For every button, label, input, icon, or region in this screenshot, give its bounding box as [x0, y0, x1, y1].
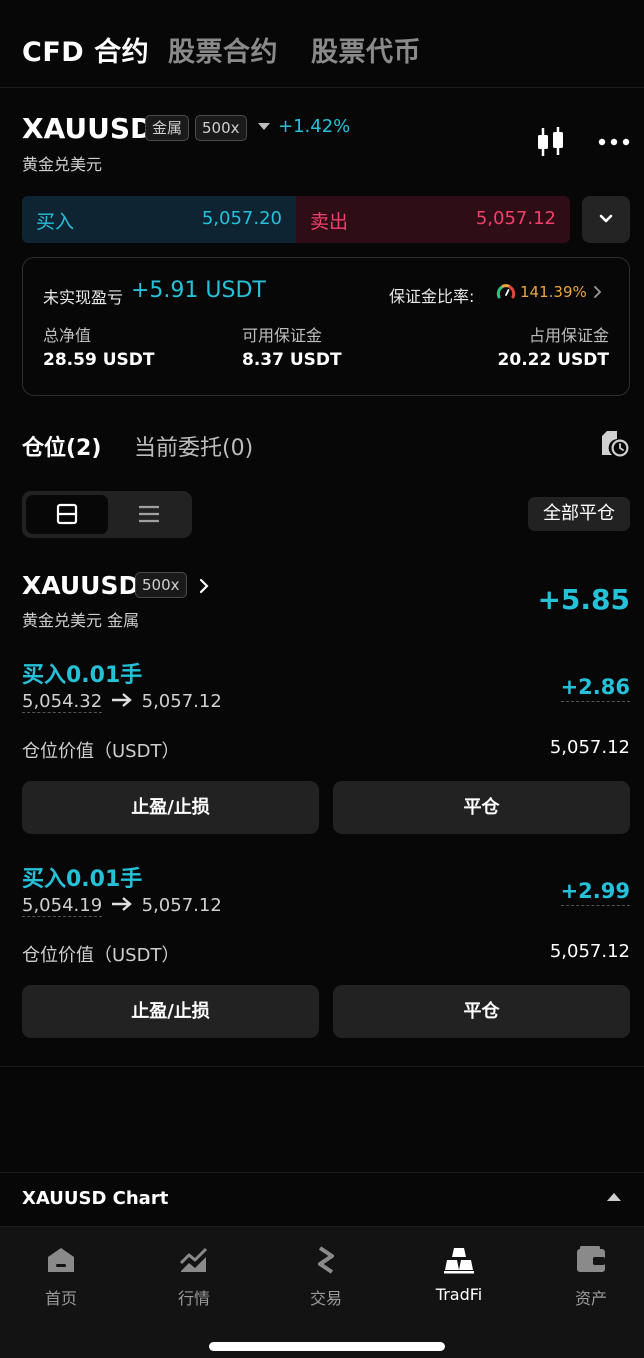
card-view-button[interactable]	[26, 495, 108, 534]
nav-item-trade[interactable]: 交易	[276, 1245, 376, 1315]
tab-stock-contract[interactable]: 股票合约	[168, 30, 278, 69]
lot-current-price: 5,057.12	[141, 895, 222, 916]
position-subtitle: 黄金兑美元 金属	[22, 611, 140, 630]
used-margin-value: 20.22 USDT	[497, 350, 609, 370]
category-badge: 金属	[145, 115, 190, 141]
available-margin-label: 可用保证金	[242, 326, 323, 345]
chevron-right-icon[interactable]	[199, 578, 209, 594]
home-indicator[interactable]	[209, 1342, 445, 1351]
nav-label: TradFi	[435, 1285, 483, 1304]
close-position-button[interactable]: 平仓	[333, 985, 630, 1038]
sell-label: 卖出	[310, 211, 349, 233]
trade-expand-button[interactable]	[582, 196, 630, 243]
buy-price: 5,057.20	[201, 208, 282, 229]
sell-button[interactable]: 卖出 5,057.12	[296, 196, 570, 243]
position-symbol[interactable]: XAUUSD	[22, 571, 139, 600]
lot-prices: 5,054.19 5,057.12	[22, 895, 222, 917]
lot-open-price: 5,054.19	[22, 895, 103, 917]
close-all-button[interactable]: 全部平仓	[528, 497, 630, 531]
lot-pnl[interactable]: +2.99	[560, 879, 630, 906]
close-position-button[interactable]: 平仓	[333, 781, 630, 834]
wallet-icon	[577, 1246, 605, 1272]
chart-panel-toggle[interactable]: XAUUSD Chart	[0, 1172, 644, 1225]
arrow-right-icon	[111, 693, 132, 707]
lot-value-label: 仓位价值（USDT）	[22, 945, 180, 966]
card-view-icon	[56, 503, 78, 525]
used-margin-label: 占用保证金	[528, 326, 609, 345]
nav-label: 交易	[309, 1289, 342, 1308]
gauge-icon	[496, 284, 516, 299]
symbol-dropdown-icon[interactable]	[258, 123, 270, 130]
chart-panel-label: XAUUSD Chart	[22, 1188, 169, 1209]
sell-price: 5,057.12	[475, 208, 556, 229]
candlestick-chart-icon[interactable]	[536, 126, 566, 158]
lot-title: 买入0.01手	[22, 663, 143, 688]
nav-item-home[interactable]: 首页	[11, 1245, 111, 1315]
change-percent: +1.42%	[278, 116, 351, 137]
more-options-icon[interactable]	[597, 128, 631, 156]
nav-item-tradfi[interactable]: TradFi	[409, 1245, 509, 1315]
order-history-icon[interactable]	[598, 429, 630, 459]
list-view-button[interactable]	[108, 495, 190, 534]
position-leverage-badge: 500x	[135, 572, 187, 598]
nav-label: 资产	[574, 1289, 607, 1308]
position-lot: 买入0.01手 5,054.32 5,057.12 +2.86 仓位价值（USD…	[22, 657, 630, 847]
tab-cfd-contract[interactable]: CFD 合约	[22, 30, 149, 69]
gold-bars-icon	[444, 1248, 474, 1274]
symbol-subtitle: 黄金兑美元	[22, 155, 103, 174]
unrealized-pnl-label: 未实现盈亏	[43, 288, 124, 307]
net-value-label: 总净值	[43, 326, 92, 345]
market-chart-icon	[179, 1247, 208, 1272]
arrow-right-icon	[111, 897, 132, 911]
tab-positions[interactable]: 仓位(2)	[22, 430, 101, 462]
tab-stock-token[interactable]: 股票代币	[311, 30, 421, 69]
caret-up-icon	[607, 1193, 621, 1201]
nav-label: 首页	[44, 1289, 77, 1308]
chevron-down-icon	[599, 214, 613, 223]
nav-item-assets[interactable]: 资产	[541, 1245, 641, 1315]
lot-title: 买入0.01手	[22, 867, 143, 892]
buy-button[interactable]: 买入 5,057.20	[22, 196, 296, 243]
tab-open-orders[interactable]: 当前委托(0)	[134, 430, 253, 462]
nav-item-market[interactable]: 行情	[144, 1245, 244, 1315]
unrealized-pnl-value: +5.91 USDT	[131, 278, 266, 303]
list-view-icon	[139, 505, 159, 523]
leverage-badge: 500x	[195, 115, 247, 141]
margin-ratio-value: 141.39%	[520, 283, 587, 301]
margin-ratio-label[interactable]: 保证金比率:	[389, 283, 474, 307]
position-lot: 买入0.01手 5,054.19 5,057.12 +2.99 仓位价值（USD…	[22, 861, 630, 1051]
tpsl-button[interactable]: 止盈/止损	[22, 985, 319, 1038]
bottom-navigation: 首页 行情 交易 TradFi 资产	[0, 1226, 644, 1358]
account-summary-card: 未实现盈亏 +5.91 USDT 保证金比率: 141.39% 总净值 28.5…	[22, 257, 630, 396]
section-divider	[0, 1066, 644, 1067]
symbol-name[interactable]: XAUUSD	[22, 112, 153, 145]
lot-pnl[interactable]: +2.86	[560, 675, 630, 702]
lot-prices: 5,054.32 5,057.12	[22, 691, 222, 713]
buy-sell-bar: 买入 5,057.20 卖出 5,057.12	[22, 196, 570, 243]
view-mode-toggle	[22, 491, 192, 538]
tpsl-button[interactable]: 止盈/止损	[22, 781, 319, 834]
lot-current-price: 5,057.12	[141, 691, 222, 712]
buy-label: 买入	[36, 211, 75, 233]
home-icon	[48, 1248, 74, 1272]
trade-arrows-icon	[318, 1246, 334, 1274]
lot-value-label: 仓位价值（USDT）	[22, 741, 180, 762]
chevron-right-icon[interactable]	[593, 285, 602, 299]
symbol-header: XAUUSD 金属 500x +1.42% 黄金兑美元	[22, 108, 630, 178]
lot-value: 5,057.12	[549, 941, 630, 962]
available-margin-value: 8.37 USDT	[242, 350, 342, 370]
lot-open-price: 5,054.32	[22, 691, 103, 713]
net-value: 28.59 USDT	[43, 350, 155, 370]
top-tabs: CFD 合约 股票合约 股票代币	[0, 0, 644, 88]
position-total-pnl: +5.85	[537, 583, 630, 616]
lot-value: 5,057.12	[549, 737, 630, 758]
nav-label: 行情	[177, 1289, 210, 1308]
